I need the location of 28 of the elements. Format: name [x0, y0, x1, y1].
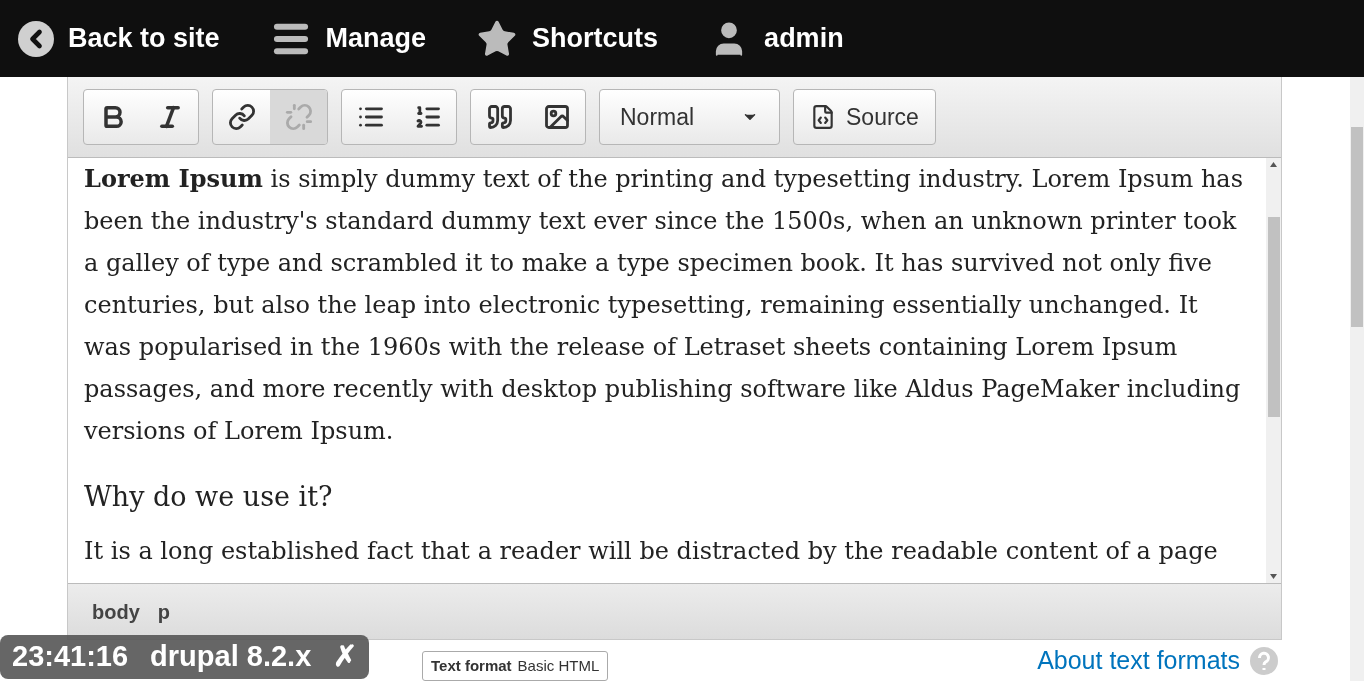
- clock-time: 23:41:16: [12, 639, 129, 675]
- text-format-label: Text format: [431, 655, 512, 676]
- toolbar-link[interactable]: admin: [708, 17, 844, 60]
- help-link[interactable]: About text formats: [1037, 641, 1240, 680]
- quote-icon: [485, 103, 514, 131]
- back-icon: [18, 20, 54, 57]
- format-dropdown[interactable]: Normal: [599, 89, 780, 145]
- image-icon: [542, 103, 571, 131]
- content-paragraph: Lorem Ipsum is simply dummy text of the printing and typesetting industry. Lorem Ipsum has been the industry's standard dummy text ever since the 1500s, when an unknown printer took a galley of type and scrambled it to make a type specimen book. It has survived not only five centuries, but also the leap into electronic typesetting, remaining essentially unchanged. It was popularised in the 1960s with the release of Letraset sheets containing Lorem Ipsum passages, and more recently with desktop publishing software like Aldus PageMaker including versions of Lorem Ipsum.: [84, 163, 1244, 447]
- toolbar-link[interactable]: Shortcuts: [476, 17, 659, 60]
- text-format-value: Basic HTML: [517, 655, 600, 676]
- toolbar-link[interactable]: Back to site: [18, 18, 220, 59]
- source-button[interactable]: Source: [793, 89, 936, 145]
- close-button[interactable]: ✗: [333, 635, 358, 679]
- text-format-select[interactable]: Text format Basic HTML: [422, 651, 609, 681]
- unlink-icon: [284, 103, 313, 131]
- scroll-down-icon[interactable]: [1270, 574, 1277, 579]
- scrollbar-thumb[interactable]: [1351, 127, 1363, 327]
- scroll-up-icon[interactable]: [1270, 162, 1277, 167]
- toolbar-link[interactable]: Manage: [269, 17, 427, 60]
- source-icon: [810, 104, 836, 130]
- path-item[interactable]: body: [92, 596, 140, 627]
- content-paragraph: It is a long established fact that a reader will be distracted by the readable content of a page: [84, 536, 1219, 567]
- path-item[interactable]: p: [157, 596, 170, 627]
- link-icon: [227, 103, 256, 131]
- version-label: drupal 8.2.x: [150, 639, 312, 675]
- content-heading: Why do we use it?: [84, 480, 334, 514]
- scrollbar-thumb[interactable]: [1267, 217, 1280, 417]
